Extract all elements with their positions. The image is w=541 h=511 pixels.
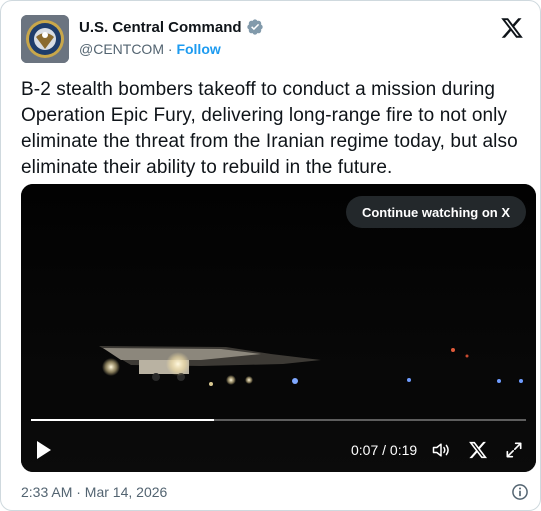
video-time: 0:07 / 0:19 <box>351 442 418 458</box>
video-player[interactable]: Continue watching on X 0:07 / 0:19 <box>21 184 536 472</box>
x-logo-icon[interactable] <box>500 16 524 40</box>
avatar[interactable] <box>21 15 69 63</box>
volume-icon[interactable] <box>431 440 451 460</box>
follow-button[interactable]: Follow <box>176 41 220 57</box>
tweet-text: B-2 stealth bombers takeoff to conduct a… <box>21 79 518 178</box>
separator-dot: · <box>167 41 173 57</box>
progress-fill <box>31 419 215 421</box>
play-icon[interactable] <box>35 439 53 461</box>
author-subline: @CENTCOM · Follow <box>79 41 221 57</box>
author-name[interactable]: U.S. Central Command <box>79 18 264 36</box>
info-icon[interactable] <box>510 482 530 502</box>
author-name-text[interactable]: U.S. Central Command <box>79 19 242 36</box>
tweet-timestamp[interactable]: 2:33 AM · Mar 14, 2026 <box>21 484 167 500</box>
fullscreen-icon[interactable] <box>504 440 524 460</box>
continue-watching-button[interactable]: Continue watching on X <box>345 196 526 228</box>
verified-badge-icon <box>246 18 264 36</box>
progress-bar[interactable] <box>31 419 526 421</box>
author-handle[interactable]: @CENTCOM <box>79 41 164 57</box>
tweet-card: U.S. Central Command @CENTCOM · Follow B… <box>0 0 541 511</box>
x-share-icon[interactable] <box>468 440 488 460</box>
